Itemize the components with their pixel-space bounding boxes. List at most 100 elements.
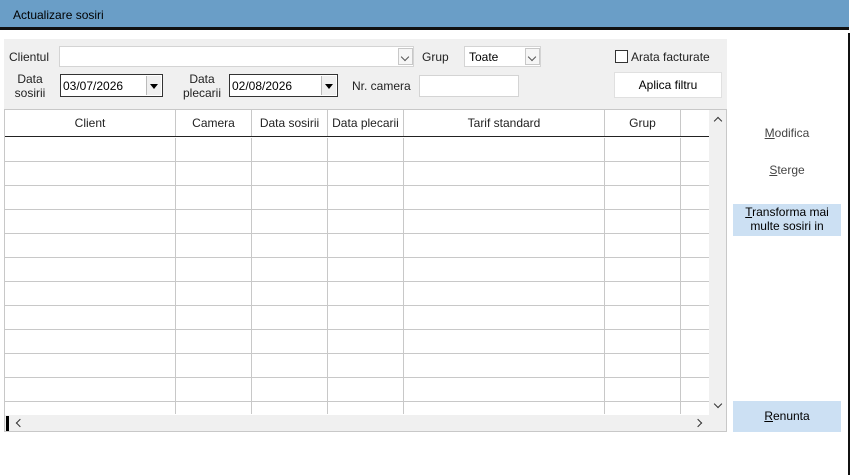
table-row[interactable] [5, 186, 709, 210]
table-cell[interactable] [404, 210, 605, 234]
table-cell[interactable] [252, 234, 328, 258]
table-cell[interactable] [328, 282, 404, 306]
table-cell[interactable] [681, 138, 709, 162]
table-cell[interactable] [252, 162, 328, 186]
table-cell[interactable] [404, 354, 605, 378]
table-cell[interactable] [605, 258, 681, 282]
table-cell[interactable] [5, 186, 176, 210]
departure-date-picker[interactable]: 02/08/2026 [229, 74, 338, 97]
table-cell[interactable] [681, 306, 709, 330]
table-cell[interactable] [681, 378, 709, 402]
table-cell[interactable] [252, 378, 328, 402]
table-cell[interactable] [5, 330, 176, 354]
table-cell[interactable] [605, 282, 681, 306]
chevron-down-icon[interactable] [525, 48, 540, 65]
table-cell[interactable] [252, 306, 328, 330]
table-cell[interactable] [328, 186, 404, 210]
delete-button[interactable]: Sterge [733, 163, 841, 179]
table-cell[interactable] [328, 330, 404, 354]
chevron-down-icon[interactable] [398, 48, 413, 65]
cancel-button[interactable]: Renunta [733, 401, 841, 432]
table-cell[interactable] [681, 162, 709, 186]
table-cell[interactable] [404, 138, 605, 162]
table-row[interactable] [5, 210, 709, 234]
table-cell[interactable] [176, 210, 252, 234]
table-cell[interactable] [252, 138, 328, 162]
scroll-left-icon[interactable] [15, 418, 25, 428]
table-cell[interactable] [404, 162, 605, 186]
table-row[interactable] [5, 306, 709, 330]
table-cell[interactable] [176, 402, 252, 414]
table-cell[interactable] [328, 354, 404, 378]
table-cell[interactable] [681, 234, 709, 258]
table-cell[interactable] [681, 210, 709, 234]
table-cell[interactable] [252, 402, 328, 414]
table-cell[interactable] [328, 378, 404, 402]
table-row[interactable] [5, 378, 709, 402]
table-cell[interactable] [605, 306, 681, 330]
table-cell[interactable] [5, 234, 176, 258]
table-cell[interactable] [5, 162, 176, 186]
column-header-client[interactable]: Client [5, 110, 176, 136]
table-row[interactable] [5, 282, 709, 306]
table-cell[interactable] [5, 258, 176, 282]
table-cell[interactable] [328, 306, 404, 330]
table-cell[interactable] [681, 402, 709, 414]
table-cell[interactable] [5, 354, 176, 378]
table-cell[interactable] [176, 306, 252, 330]
table-cell[interactable] [605, 186, 681, 210]
table-cell[interactable] [328, 402, 404, 414]
column-header-standard-rate[interactable]: Tarif standard [404, 110, 605, 136]
table-row[interactable] [5, 354, 709, 378]
table-cell[interactable] [328, 162, 404, 186]
table-cell[interactable] [605, 402, 681, 414]
table-cell[interactable] [681, 330, 709, 354]
table-cell[interactable] [605, 234, 681, 258]
scroll-up-icon[interactable] [713, 116, 723, 126]
table-cell[interactable] [605, 138, 681, 162]
scroll-down-icon[interactable] [713, 399, 723, 409]
table-cell[interactable] [176, 234, 252, 258]
table-cell[interactable] [176, 138, 252, 162]
table-cell[interactable] [681, 186, 709, 210]
table-cell[interactable] [176, 258, 252, 282]
transform-arrivals-button[interactable]: Transforma mai multe sosiri in [733, 204, 841, 236]
scroll-right-icon[interactable] [693, 418, 703, 428]
column-header-room[interactable]: Camera [176, 110, 252, 136]
table-cell[interactable] [605, 354, 681, 378]
table-row[interactable] [5, 162, 709, 186]
table-row[interactable] [5, 138, 709, 162]
client-combobox[interactable] [59, 46, 414, 67]
table-cell[interactable] [176, 186, 252, 210]
table-cell[interactable] [605, 330, 681, 354]
table-cell[interactable] [681, 354, 709, 378]
table-cell[interactable] [404, 378, 605, 402]
column-header-arrival-date[interactable]: Data sosirii [252, 110, 328, 136]
table-cell[interactable] [176, 282, 252, 306]
column-header-extra[interactable] [681, 110, 709, 136]
table-cell[interactable] [176, 354, 252, 378]
modify-button[interactable]: Modifica [733, 126, 841, 142]
table-cell[interactable] [404, 306, 605, 330]
table-cell[interactable] [328, 210, 404, 234]
table-cell[interactable] [5, 138, 176, 162]
table-cell[interactable] [605, 210, 681, 234]
table-row[interactable] [5, 402, 709, 414]
table-cell[interactable] [252, 330, 328, 354]
table-cell[interactable] [176, 378, 252, 402]
arrivals-table[interactable]: Client Camera Data sosirii Data plecarii… [4, 109, 727, 432]
arrival-date-picker[interactable]: 03/07/2026 [60, 74, 163, 97]
table-cell[interactable] [328, 258, 404, 282]
group-combobox[interactable]: Toate [464, 46, 541, 67]
table-cell[interactable] [404, 186, 605, 210]
table-cell[interactable] [328, 138, 404, 162]
table-cell[interactable] [5, 378, 176, 402]
show-invoiced-checkbox[interactable] [615, 50, 628, 63]
table-row[interactable] [5, 258, 709, 282]
table-cell[interactable] [176, 162, 252, 186]
table-cell[interactable] [252, 210, 328, 234]
dropdown-arrow-icon[interactable] [146, 76, 161, 95]
vertical-scrollbar[interactable] [709, 110, 726, 415]
table-cell[interactable] [404, 402, 605, 414]
table-cell[interactable] [252, 186, 328, 210]
